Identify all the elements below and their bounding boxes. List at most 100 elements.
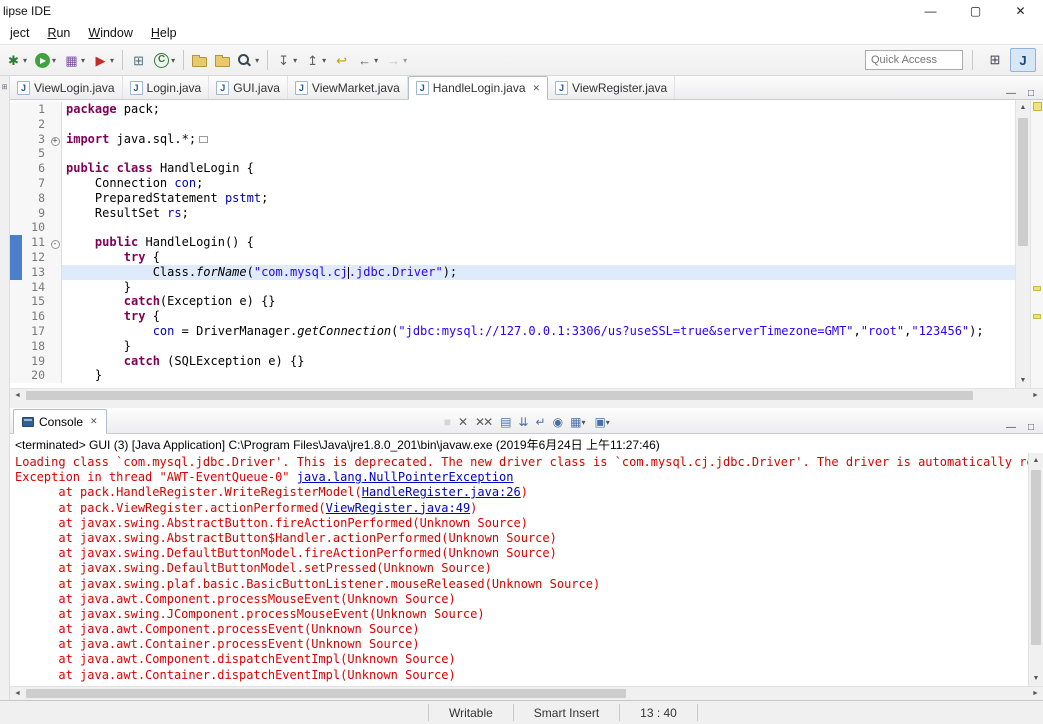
scroll-up-icon[interactable]: ▲ bbox=[1029, 453, 1043, 468]
scroll-left-icon[interactable]: ◄ bbox=[10, 389, 25, 402]
tab-close-icon[interactable]: ✕ bbox=[533, 83, 541, 94]
code-text[interactable]: } bbox=[62, 280, 1015, 295]
remove-all-terminated-button[interactable]: ✕✕ bbox=[471, 411, 495, 433]
menu-run[interactable]: Run bbox=[38, 24, 79, 42]
console-tab-close-icon[interactable]: ✕ bbox=[90, 416, 98, 427]
code-text[interactable]: } bbox=[62, 368, 1015, 383]
scroll-lock-button[interactable]: ⇊ bbox=[514, 411, 530, 433]
coverage-button[interactable]: ▦ ▾ bbox=[61, 49, 88, 71]
scroll-down-icon[interactable]: ▼ bbox=[1016, 373, 1030, 388]
terminate-button[interactable]: ■ bbox=[440, 411, 453, 433]
scroll-up-icon[interactable]: ▲ bbox=[1016, 100, 1030, 115]
new-java-project-button[interactable]: ⊞ bbox=[128, 49, 149, 71]
fold-ruler-cell[interactable]: + bbox=[49, 131, 62, 147]
dropdown-arrow-icon[interactable]: ▾ bbox=[322, 56, 326, 65]
editor-hscroll-thumb[interactable] bbox=[26, 391, 973, 400]
clear-console-button[interactable]: ▤ bbox=[496, 411, 513, 433]
open-resource-button[interactable] bbox=[212, 49, 233, 71]
fold-ruler-cell[interactable]: - bbox=[49, 235, 62, 250]
prev-annotation-button[interactable]: ↥ ▾ bbox=[302, 49, 329, 71]
code-text[interactable]: Class.forName("com.mysql.cj.jdbc.Driver"… bbox=[62, 264, 1015, 280]
editor-vscroll-thumb[interactable] bbox=[1018, 118, 1028, 246]
dropdown-arrow-icon[interactable]: ▾ bbox=[403, 56, 407, 65]
dropdown-arrow-icon[interactable]: ▾ bbox=[171, 56, 175, 65]
minimize-editor-button[interactable]: — bbox=[1006, 89, 1016, 99]
code-area[interactable]: 1 package pack; 2 3 + import java.sql.*; 5 6 pub… bbox=[10, 100, 1015, 388]
collapse-fold-icon[interactable]: - bbox=[50, 240, 60, 250]
maximize-button[interactable]: ▢ bbox=[953, 0, 998, 22]
code-text[interactable]: public class HandleLogin { bbox=[62, 161, 1015, 176]
minimize-button[interactable]: — bbox=[908, 0, 953, 22]
code-text[interactable]: try { bbox=[62, 250, 1015, 265]
dropdown-arrow-icon[interactable]: ▾ bbox=[255, 56, 259, 65]
menu-window[interactable]: Window bbox=[79, 24, 141, 42]
next-annotation-button[interactable]: ↧ ▾ bbox=[273, 49, 300, 71]
minimize-console-button[interactable]: — bbox=[1006, 423, 1016, 433]
stacktrace-link[interactable]: ViewRegister.java:49 bbox=[326, 501, 471, 515]
maximize-editor-button[interactable]: □ bbox=[1028, 89, 1034, 99]
code-text[interactable]: con = DriverManager.getConnection("jdbc:… bbox=[62, 324, 1015, 339]
run-button[interactable]: ▶ ▾ bbox=[32, 49, 59, 71]
dropdown-arrow-icon[interactable]: ▾ bbox=[81, 56, 85, 65]
code-text[interactable]: PreparedStatement pstmt; bbox=[62, 191, 1015, 206]
occurrence-marker[interactable] bbox=[1033, 286, 1041, 291]
restore-view-icon[interactable]: ⊞ bbox=[1, 84, 9, 92]
open-console-button[interactable]: ▣ ▾ bbox=[590, 411, 613, 433]
dropdown-arrow-icon[interactable]: ▾ bbox=[52, 56, 56, 65]
tab-login-java[interactable]: J Login.java bbox=[123, 76, 210, 99]
scroll-right-icon[interactable]: ► bbox=[1028, 687, 1043, 700]
stacktrace-link[interactable]: java.lang.NullPointerException bbox=[297, 470, 514, 484]
dropdown-arrow-icon[interactable]: ▾ bbox=[23, 56, 27, 65]
dropdown-arrow-icon[interactable]: ▾ bbox=[374, 56, 378, 65]
collapsed-region-icon[interactable] bbox=[199, 135, 209, 143]
scroll-down-icon[interactable]: ▼ bbox=[1029, 671, 1043, 686]
console-vertical-scrollbar[interactable]: ▲ ▼ bbox=[1028, 453, 1043, 686]
close-button[interactable]: ✕ bbox=[998, 0, 1043, 22]
open-perspective-button[interactable]: ⊞ bbox=[982, 48, 1008, 72]
quick-access-input[interactable] bbox=[865, 50, 963, 70]
code-text[interactable]: catch (SQLException e) {} bbox=[62, 354, 1015, 369]
forward-button[interactable]: → ▾ bbox=[383, 49, 410, 71]
scroll-right-icon[interactable]: ► bbox=[1028, 389, 1043, 402]
tab-gui-java[interactable]: J GUI.java bbox=[209, 76, 288, 99]
occurrence-marker[interactable] bbox=[1033, 314, 1041, 319]
dropdown-arrow-icon[interactable]: ▾ bbox=[110, 56, 114, 65]
code-text[interactable] bbox=[62, 117, 1015, 132]
display-selected-console-button[interactable]: ▦ ▾ bbox=[566, 411, 589, 433]
back-button[interactable]: ← ▾ bbox=[354, 49, 381, 71]
tab-console[interactable]: Console ✕ bbox=[13, 409, 107, 434]
dropdown-arrow-icon[interactable]: ▾ bbox=[606, 418, 610, 427]
code-text[interactable]: ResultSet rs; bbox=[62, 206, 1015, 221]
tab-viewlogin-java[interactable]: J ViewLogin.java bbox=[10, 76, 123, 99]
expand-fold-icon[interactable]: + bbox=[50, 136, 60, 146]
code-text[interactable] bbox=[62, 220, 1015, 235]
new-class-button[interactable]: C ▾ bbox=[151, 49, 178, 71]
scroll-left-icon[interactable]: ◄ bbox=[10, 687, 25, 700]
word-wrap-button[interactable]: ↵ bbox=[532, 411, 548, 433]
code-text[interactable]: catch(Exception e) {} bbox=[62, 294, 1015, 309]
external-tools-button[interactable]: ▶ ▾ bbox=[90, 49, 117, 71]
remove-launch-button[interactable]: ✕ bbox=[454, 411, 470, 433]
tab-viewregister-java[interactable]: J ViewRegister.java bbox=[548, 76, 676, 99]
code-text[interactable] bbox=[62, 146, 1015, 161]
code-text[interactable]: } bbox=[62, 339, 1015, 354]
java-perspective-button[interactable]: J bbox=[1010, 48, 1036, 72]
tab-viewmarket-java[interactable]: J ViewMarket.java bbox=[288, 76, 408, 99]
menu-ject[interactable]: ject bbox=[1, 24, 38, 42]
stacktrace-link[interactable]: HandleRegister.java:26 bbox=[362, 485, 521, 499]
code-text[interactable]: import java.sql.*; bbox=[62, 132, 1015, 147]
debug-button[interactable]: ✱ ▾ bbox=[3, 49, 30, 71]
menu-help[interactable]: Help bbox=[142, 24, 186, 42]
pin-console-button[interactable]: ◉ bbox=[549, 411, 565, 433]
code-text[interactable]: public HandleLogin() { bbox=[62, 235, 1015, 250]
tab-handlelogin-java[interactable]: J HandleLogin.java ✕ bbox=[407, 76, 549, 100]
console-output[interactable]: Loading class `com.mysql.jdbc.Driver'. T… bbox=[10, 453, 1028, 686]
console-horizontal-scrollbar[interactable]: ◄ ► bbox=[10, 686, 1043, 700]
search-button[interactable]: ▾ bbox=[235, 49, 262, 71]
editor-vertical-scrollbar[interactable]: ▲ ▼ bbox=[1015, 100, 1030, 388]
open-task-button[interactable] bbox=[189, 49, 210, 71]
dropdown-arrow-icon[interactable]: ▾ bbox=[293, 56, 297, 65]
code-text[interactable]: package pack; bbox=[62, 102, 1015, 117]
console-hscroll-thumb[interactable] bbox=[26, 689, 626, 698]
code-text[interactable]: try { bbox=[62, 309, 1015, 324]
